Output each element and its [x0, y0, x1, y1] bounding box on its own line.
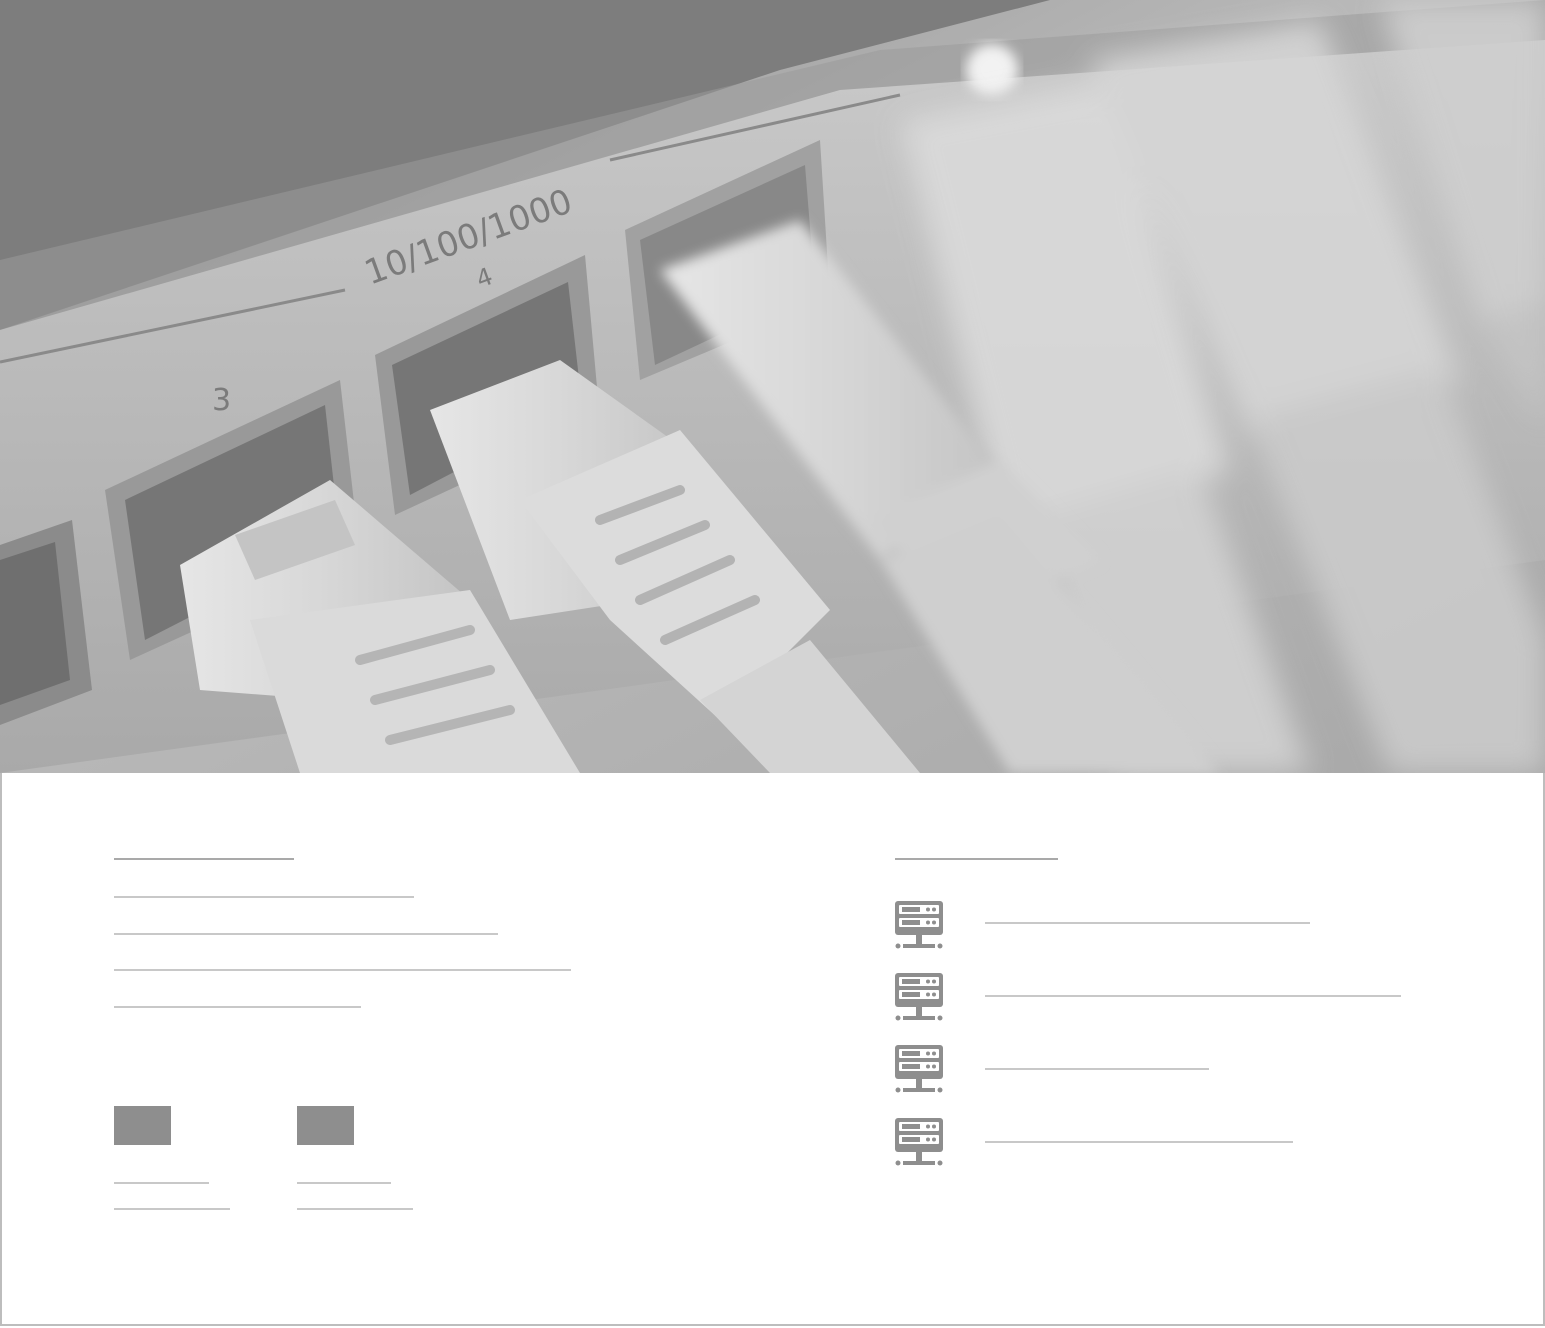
server-item-label: [985, 922, 1310, 924]
server-icon: [895, 1045, 943, 1093]
stat-label: [297, 1182, 391, 1184]
network-switch-photo: 10/100/1000 3 4: [0, 0, 1545, 773]
stat-caption: [297, 1208, 413, 1210]
server-item-label: [985, 995, 1401, 997]
server-item-label: [985, 1141, 1293, 1143]
paragraph-line: [114, 896, 414, 898]
left-panel-heading: [114, 858, 294, 860]
hero-image: 10/100/1000 3 4: [0, 0, 1545, 773]
paragraph-line: [114, 933, 498, 935]
stat-caption: [114, 1208, 230, 1210]
stat-swatch: [297, 1106, 354, 1145]
server-icon: [895, 973, 943, 1021]
paragraph-line: [114, 969, 571, 971]
page: 10/100/1000 3 4: [0, 0, 1545, 1328]
paragraph-line: [114, 1006, 361, 1008]
content-card: [0, 773, 1545, 1326]
stat-swatch: [114, 1106, 171, 1145]
right-panel-heading: [895, 858, 1058, 860]
server-item-label: [985, 1068, 1209, 1070]
server-icon: [895, 1118, 943, 1166]
port-number-3: 3: [212, 383, 231, 418]
server-icon: [895, 901, 943, 949]
stat-label: [114, 1182, 209, 1184]
